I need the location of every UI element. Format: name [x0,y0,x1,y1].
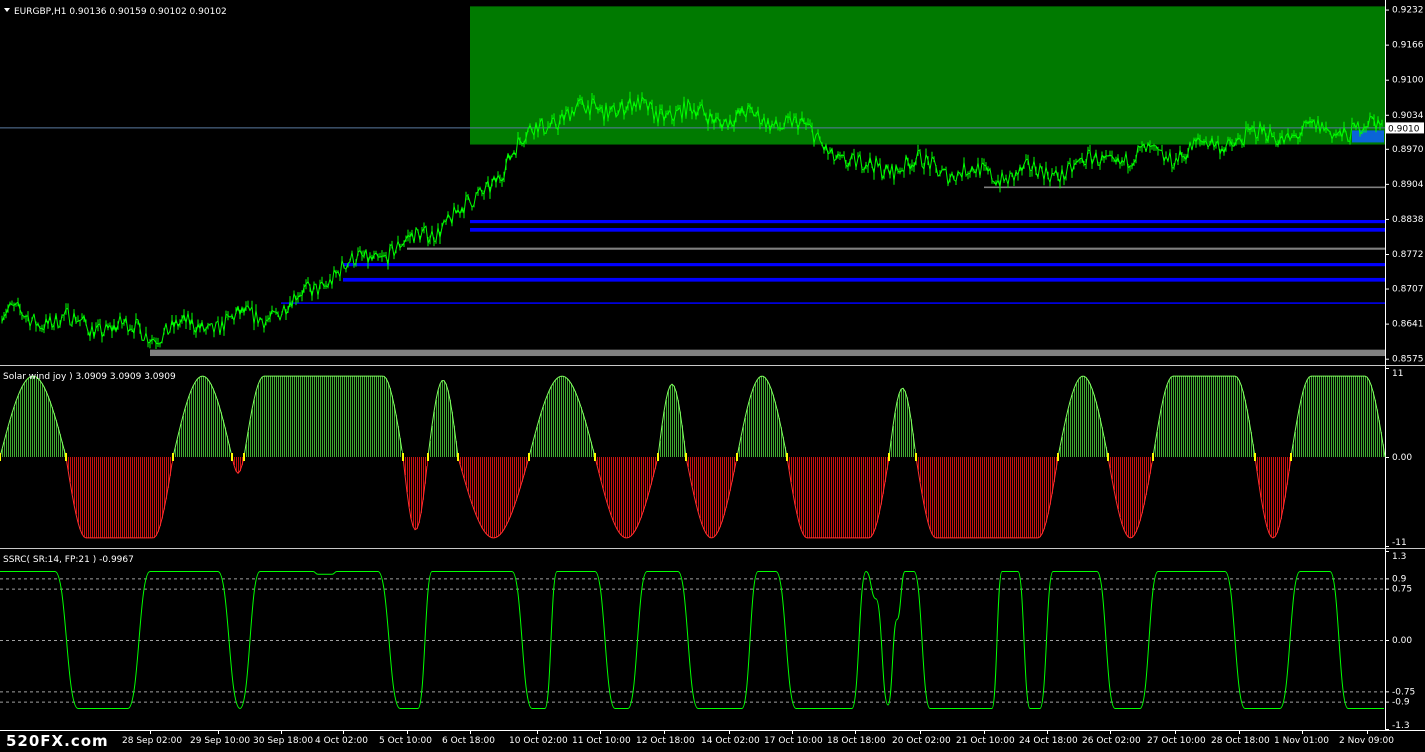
ssrc-tick-label: -1.3 [1392,721,1410,731]
ssrc-tick-label: 0.00 [1392,636,1412,646]
sr-zone-gray [407,247,1385,250]
time-label: 2 Nov 09:00 [1339,736,1394,746]
solar-tick-label: 11 [1392,369,1403,379]
ssrc-tick-label: 1.3 [1392,552,1406,562]
price-tick-label: 0.8641 [1392,320,1424,330]
time-label: 18 Oct 18:00 [827,736,886,746]
price-tick-label: 0.8575 [1392,355,1424,365]
ssrc-tick-label: -0.9 [1392,698,1410,708]
solar-tick-label: 0.00 [1392,453,1412,463]
ssrc-tick-label: 0.75 [1392,585,1412,595]
time-label: 26 Oct 02:00 [1082,736,1141,746]
price-tick-label: 0.9232 [1392,6,1424,16]
time-label: 1 Nov 01:00 [1274,736,1329,746]
price-tick-label: 0.9034 [1392,111,1424,121]
current-price-label: 0.9010 [1388,124,1420,134]
time-label: 28 Oct 18:00 [1211,736,1270,746]
sr-zone-blue [470,227,1385,232]
price-tick-label: 0.8904 [1392,180,1424,190]
time-label: 28 Sep 02:00 [122,736,182,746]
price-tick-label: 0.8838 [1392,215,1424,225]
price-tick-label: 0.9166 [1392,41,1424,51]
time-label: 20 Oct 02:00 [892,736,951,746]
solar-tick-label: -11 [1392,538,1407,548]
time-label: 12 Oct 18:00 [636,736,695,746]
ssrc-tick-label: -0.75 [1392,687,1415,697]
sr-zone-blue [281,302,1385,304]
sr-zone-blue [343,263,1385,267]
time-label: 10 Oct 02:00 [509,736,568,746]
time-label: 21 Oct 10:00 [956,736,1015,746]
time-label: 30 Sep 18:00 [253,736,313,746]
solar-wind-title: Solar wind joy ) 3.0909 3.0909 3.0909 [3,372,176,382]
ssrc-title: SSRC( SR:14, FP:21 ) -0.9967 [3,555,134,565]
time-label: 4 Oct 02:00 [315,736,368,746]
time-label: 5 Oct 10:00 [379,736,432,746]
time-label: 17 Oct 10:00 [764,736,823,746]
price-tick-label: 0.8772 [1392,250,1424,260]
price-tick-label: 0.8970 [1392,145,1424,155]
current-bar-marker [1352,130,1384,143]
sr-zone-gray [150,349,1385,357]
sr-zone-blue [470,219,1385,224]
time-label: 27 Oct 10:00 [1147,736,1206,746]
sr-zone-gray [984,186,1385,189]
price-tick-label: 0.9100 [1392,76,1424,86]
time-label: 29 Sep 10:00 [190,736,250,746]
time-label: 14 Oct 02:00 [701,736,760,746]
price-tick-label: 0.8707 [1392,285,1424,295]
time-label: 24 Oct 18:00 [1019,736,1078,746]
symbol-title: EURGBP,H1 0.90136 0.90159 0.90102 0.9010… [14,7,227,17]
time-label: 11 Oct 10:00 [572,736,631,746]
mt4-chart[interactable]: 0.9232 0.9166 0.9100 0.9034 0.8970 0.8904 0.88… [0,0,1425,752]
time-label: 6 Oct 18:00 [442,736,495,746]
sr-zone-blue [343,277,1385,282]
ssrc-tick-label: 0.9 [1392,574,1407,584]
watermark: 520FX.com [6,732,109,750]
